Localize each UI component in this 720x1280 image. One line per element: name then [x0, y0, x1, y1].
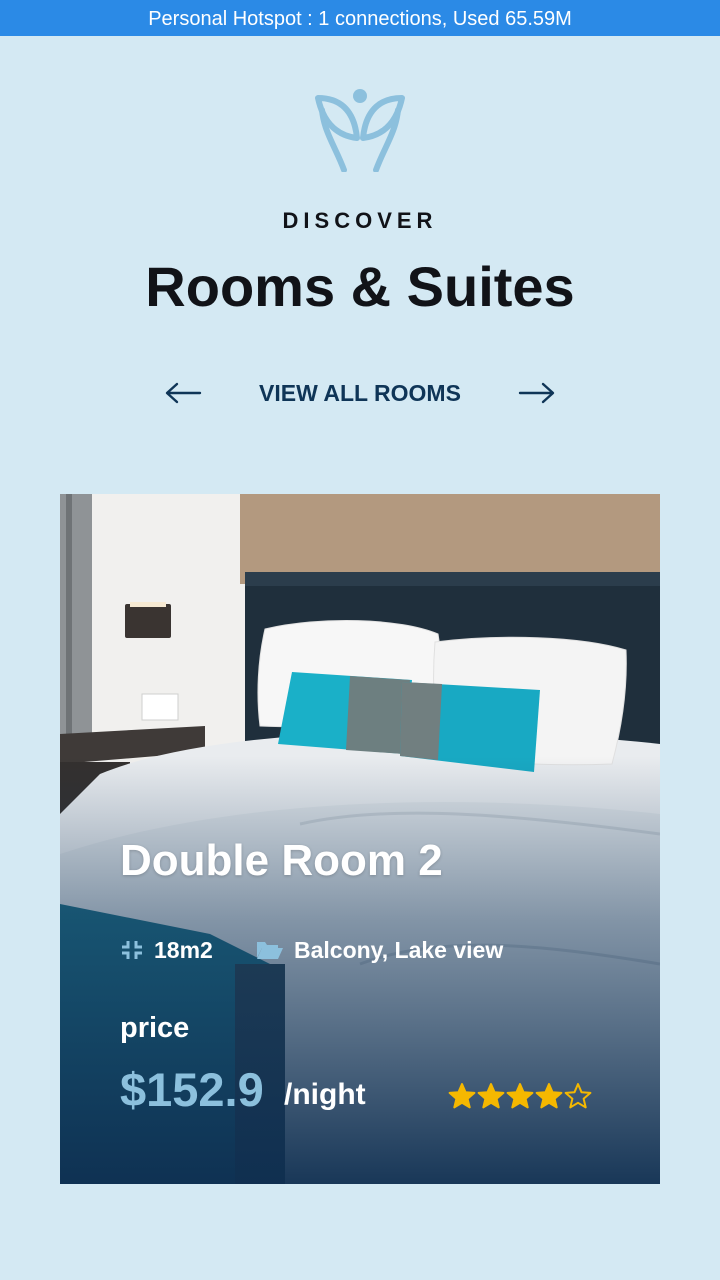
room-size: 18m2	[120, 934, 213, 966]
star-rating	[448, 1082, 592, 1114]
page-title: Rooms & Suites	[145, 255, 575, 318]
room-view-value: Balcony, Lake view	[294, 936, 504, 963]
previous-room-button[interactable]	[161, 372, 205, 414]
price-unit: /night	[284, 1078, 366, 1111]
star-half-icon	[564, 1083, 592, 1109]
price-label: price	[120, 1012, 190, 1044]
room-card[interactable]: Double Room 2 18m2 Balcony, Lake view pr…	[60, 494, 660, 1184]
view-all-rooms-wrapper: VIEW ALL ROOMS	[0, 372, 720, 414]
price-value: $152.9	[120, 1063, 264, 1116]
next-room-button[interactable]	[515, 372, 559, 414]
star-full-icon	[506, 1083, 534, 1109]
room-view: Balcony, Lake view	[256, 934, 503, 966]
star-full-icon	[448, 1083, 476, 1109]
arrow-right-icon	[518, 382, 555, 404]
star-full-icon	[477, 1083, 505, 1109]
leaf-person-logo-icon	[315, 89, 405, 172]
folder-open-icon	[257, 942, 283, 959]
star-full-icon	[535, 1083, 563, 1109]
room-navigation: VIEW ALL ROOMS	[0, 372, 720, 414]
room-title: Double Room 2	[120, 836, 443, 885]
section-eyebrow: DISCOVER	[282, 208, 438, 233]
room-size-value: 18m2	[154, 936, 213, 963]
status-bar: Personal Hotspot : 1 connections, Used 6…	[0, 0, 720, 36]
view-all-rooms-link[interactable]: VIEW ALL ROOMS	[259, 380, 461, 406]
status-bar-text: Personal Hotspot : 1 connections, Used 6…	[148, 8, 572, 30]
arrow-left-icon	[165, 382, 202, 404]
expand-icon	[122, 941, 142, 959]
